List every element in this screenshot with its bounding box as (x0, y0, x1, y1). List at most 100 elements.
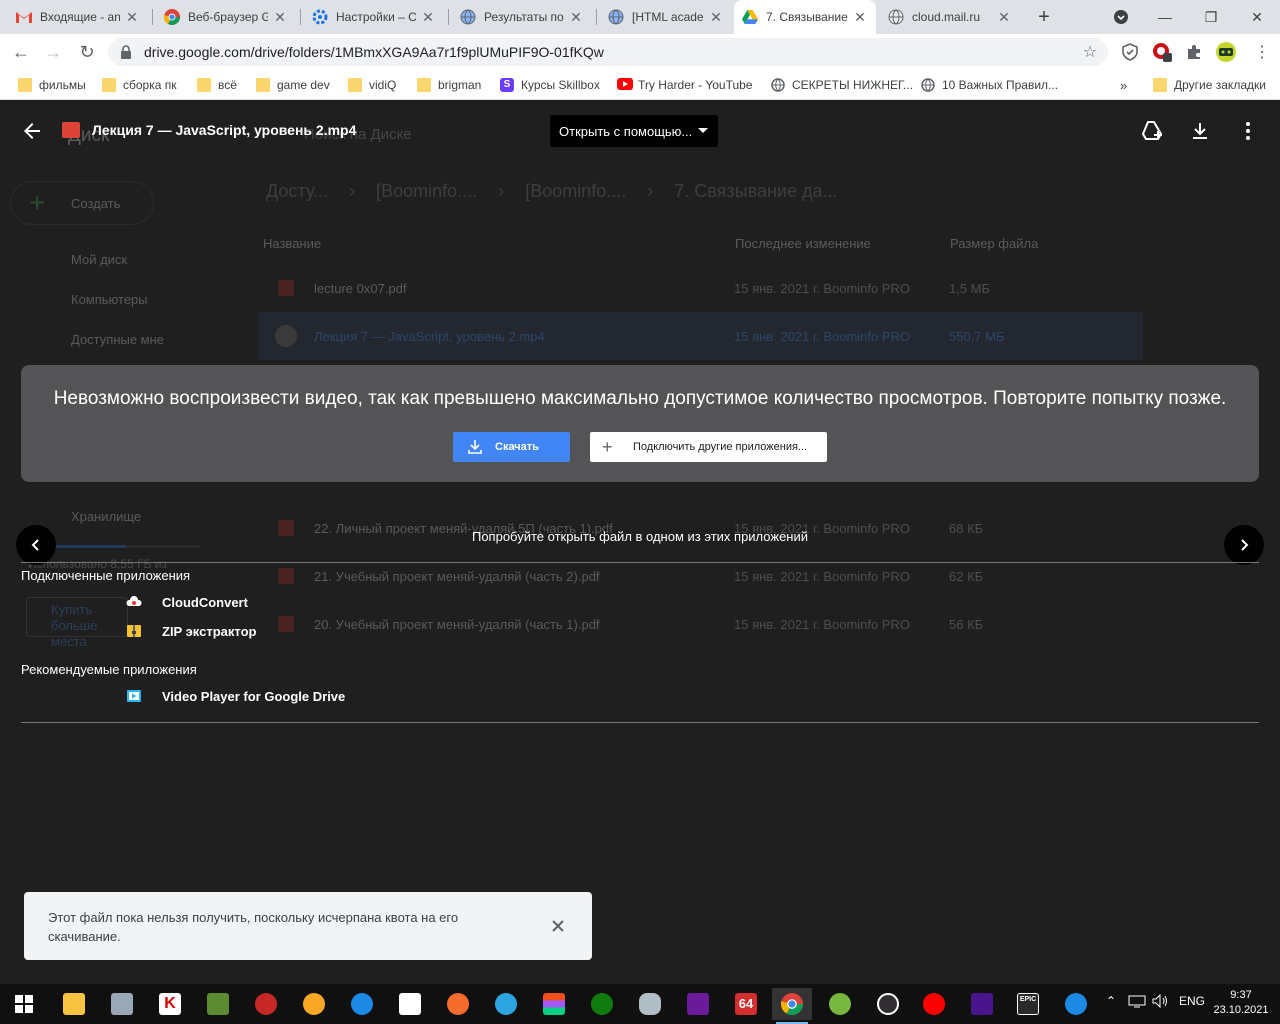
app-video-player[interactable]: Video Player for Google Drive (126, 687, 345, 705)
extensions-puzzle-icon[interactable] (1184, 42, 1204, 62)
tab-html-academy[interactable]: [HTML academ ✕ (600, 0, 732, 34)
snackbar-close-icon[interactable] (546, 914, 570, 938)
opera-vpn-icon[interactable] (1152, 42, 1172, 62)
close-window-button[interactable]: ✕ (1234, 0, 1280, 34)
aida64-icon[interactable]: 64 (726, 988, 766, 1020)
profile-avatar[interactable] (1214, 42, 1238, 62)
chrome-menu-icon[interactable]: ⋮ (1252, 42, 1272, 62)
breadcrumb-item[interactable]: [Boominfo.... (376, 181, 477, 201)
file-row[interactable]: lecture 0x07.pdf 15 янв. 2021 г. Boominf… (258, 264, 1143, 312)
file-explorer-icon[interactable] (54, 988, 94, 1020)
tab-close-icon[interactable]: ✕ (568, 9, 584, 25)
buy-storage-button[interactable]: Купить больше места (26, 597, 128, 649)
file-row[interactable]: 22. Личный проект меняй-удаляй 5П (часть… (258, 504, 1143, 552)
breadcrumb-item[interactable]: [Boominfo.... (525, 181, 626, 201)
youtube-music-icon[interactable] (914, 988, 954, 1020)
bookmark-youtube[interactable]: Try Harder - YouTube (617, 76, 753, 94)
tab-close-icon[interactable]: ✕ (420, 9, 436, 25)
gamepad-icon[interactable] (630, 988, 670, 1020)
sidebar-item-storage[interactable]: Хранилище (71, 509, 141, 524)
tab-close-icon[interactable]: ✕ (996, 9, 1012, 25)
app-cloudconvert[interactable]: CloudConvert (126, 593, 248, 611)
add-shortcut-icon[interactable] (1140, 119, 1164, 143)
kaspersky-icon[interactable]: K (150, 988, 190, 1020)
tab-gmail[interactable]: Входящие - an ✕ (8, 0, 148, 34)
bookmark-folder[interactable]: game dev (256, 76, 330, 94)
cpu-monitor-icon[interactable] (678, 988, 718, 1020)
forward-button[interactable]: → (40, 39, 66, 65)
address-bar[interactable]: drive.google.com/drive/folders/1MBmxXGA9… (108, 38, 1108, 66)
tray-chevron-up-icon[interactable]: ⌃ (1106, 994, 1116, 1008)
minecraft-icon[interactable] (198, 988, 238, 1020)
tab-close-icon[interactable]: ✕ (124, 9, 140, 25)
breadcrumb-item[interactable]: Досту... (266, 181, 328, 201)
file-name: Лекция 7 — JavaScript, уровень 2.mp4 (314, 329, 545, 344)
tab-drive-active[interactable]: 7. Связывание ✕ (734, 0, 876, 34)
tab-settings[interactable]: Настройки – С ✕ (304, 0, 444, 34)
sidebar-item-shared[interactable]: Доступные мне (71, 332, 164, 347)
download-button[interactable]: Скачать (453, 432, 570, 462)
open-with-dropdown[interactable]: Открыть с помощью... (550, 115, 718, 147)
scratch-cat-icon[interactable] (294, 988, 334, 1020)
chrome-taskbar-icon[interactable] (772, 988, 812, 1024)
bookmark-folder[interactable]: brigman (417, 76, 481, 94)
close-preview-back-icon[interactable] (20, 119, 44, 143)
reload-button[interactable]: ↻ (74, 39, 100, 65)
more-options-icon[interactable] (1236, 119, 1260, 143)
tab-search-results[interactable]: Результаты по ✕ (452, 0, 592, 34)
file-row[interactable]: 20. Учебный проект меняй-удаляй (часть 1… (258, 600, 1143, 648)
download-icon[interactable] (1188, 119, 1212, 143)
breadcrumb-item[interactable]: 7. Связывание да... (674, 181, 837, 201)
file-row-selected[interactable]: Лекция 7 — JavaScript, уровень 2.mp4 15 … (258, 312, 1143, 360)
bookmark-folder[interactable]: всё (197, 76, 237, 94)
windows-start-icon[interactable] (4, 988, 44, 1020)
network-icon[interactable] (1128, 994, 1146, 1008)
tab-search-icon[interactable] (1098, 0, 1144, 34)
globe-browser-icon[interactable] (342, 988, 382, 1020)
control-panel-icon[interactable] (102, 988, 142, 1020)
file-row[interactable]: 21. Учебный проект меняй-удаляй (часть 2… (258, 552, 1143, 600)
app-zip-extractor[interactable]: ZIP экстрактор (126, 622, 256, 640)
bookmark-link[interactable]: 10 Важных Правил... (921, 76, 1058, 94)
file-size: 62 КБ (949, 569, 984, 584)
new-tab-button[interactable]: + (1032, 5, 1056, 29)
bookmark-folder[interactable]: сборка пк (102, 76, 177, 94)
sidebar-item-computers[interactable]: Компьютеры (71, 292, 148, 307)
column-header-name[interactable]: Название (263, 236, 321, 251)
bookmark-other[interactable]: Другие закладки (1153, 76, 1266, 94)
bookmarks-overflow-chevron-icon[interactable]: » (1120, 76, 1127, 94)
xbox-icon[interactable] (582, 988, 622, 1020)
tab-close-icon[interactable]: ✕ (852, 9, 868, 25)
figma-icon[interactable] (534, 988, 574, 1020)
obs-icon[interactable] (868, 988, 908, 1020)
create-button[interactable]: + Создать (10, 181, 154, 225)
language-indicator[interactable]: ENG (1179, 994, 1205, 1008)
tab-close-icon[interactable]: ✕ (272, 9, 288, 25)
utorrent-icon[interactable] (820, 988, 860, 1020)
system-clock[interactable]: 9:37 23.10.2021 (1208, 988, 1274, 1018)
epic-games-icon[interactable]: EPIC (1008, 988, 1048, 1020)
origin-icon[interactable] (438, 988, 478, 1020)
unity-icon[interactable] (390, 988, 430, 1020)
connect-apps-button[interactable]: + Подключить другие приложения... (590, 432, 827, 462)
bookmark-folder[interactable]: vidiQ (348, 76, 396, 94)
back-button[interactable]: ← (8, 39, 34, 65)
game-launcher-icon[interactable] (246, 988, 286, 1020)
sidebar-item-my-drive[interactable]: Мой диск (71, 252, 127, 267)
adblock-shield-icon[interactable] (1120, 42, 1140, 62)
ccleaner-icon[interactable] (1056, 988, 1096, 1020)
telegram-icon[interactable] (486, 988, 526, 1020)
bookmark-folder[interactable]: фильмы (18, 76, 86, 94)
restore-button[interactable]: ❐ (1188, 0, 1234, 34)
tab-cloud-mail[interactable]: cloud.mail.ru ✕ (880, 0, 1020, 34)
spider-game-icon[interactable] (962, 988, 1002, 1020)
volume-icon[interactable] (1152, 994, 1168, 1008)
bookmark-link[interactable]: СЕКРЕТЫ НИЖНЕГ... (771, 76, 913, 94)
column-header-modified[interactable]: Последнее изменение (735, 236, 871, 251)
column-header-size[interactable]: Размер файла (950, 236, 1038, 251)
minimize-button[interactable]: — (1142, 0, 1188, 34)
bookmark-skillbox[interactable]: S Курсы Skillbox (500, 76, 600, 94)
tab-chrome[interactable]: Веб-браузер G ✕ (156, 0, 296, 34)
tab-close-icon[interactable]: ✕ (708, 9, 724, 25)
bookmark-star-icon[interactable]: ☆ (1080, 42, 1100, 62)
